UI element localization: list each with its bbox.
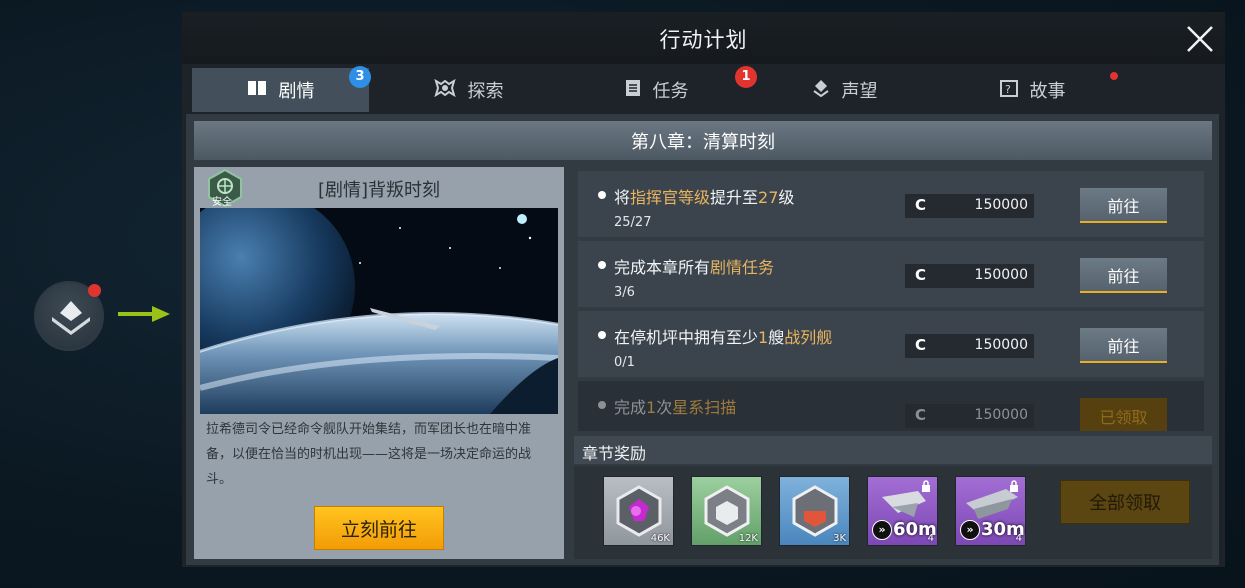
task-description: 完成本章所有剧情任务: [614, 258, 775, 277]
title-bar: 行动计划: [182, 12, 1225, 64]
close-icon[interactable]: [1185, 24, 1215, 54]
fast-forward-icon: »: [872, 520, 892, 540]
reward-qty: 4: [927, 533, 934, 544]
claim-all-button[interactable]: 全部领取: [1060, 480, 1190, 524]
story-title: [剧情]背叛时刻: [317, 180, 441, 201]
bullet: [598, 401, 606, 409]
tab-explore[interactable]: 探索: [380, 68, 557, 112]
bullet: [598, 261, 606, 269]
lock-icon: [922, 480, 930, 492]
tab-label: 剧情: [278, 81, 315, 102]
reputation-icon: [812, 79, 830, 102]
story-header: 安全 [剧情]背叛时刻: [194, 167, 564, 208]
reward-qty: 3K: [833, 533, 846, 544]
arrow-right-icon: [118, 306, 170, 322]
credit-reward: C 150000: [905, 264, 1034, 288]
tab-missions[interactable]: 任务: [568, 68, 745, 112]
reward-crystal[interactable]: 46K: [603, 476, 674, 546]
window-title: 行动计划: [659, 28, 748, 52]
credit-amount: 150000: [974, 267, 1028, 283]
task-row-completed: 完成1次星系扫描 C 150000 已领取: [578, 381, 1204, 431]
go-now-button[interactable]: 立刻前往: [314, 506, 444, 550]
task-description: 将指挥官等级提升至27级: [614, 188, 795, 207]
reward-metal[interactable]: 12K: [691, 476, 762, 546]
explore-icon: [433, 78, 456, 102]
tab-reputation[interactable]: 声望: [756, 68, 933, 112]
action-plan-window: 行动计划 剧情 3 探索 任务 1 声望 ? 故事 第八章：清算时刻 安全 [剧…: [182, 12, 1225, 567]
tab-label: 故事: [1029, 81, 1066, 102]
notification-dot: [1110, 72, 1118, 80]
story-image: [200, 208, 558, 414]
tab-label: 声望: [841, 81, 878, 102]
goto-button[interactable]: 前往: [1080, 328, 1167, 363]
fast-forward-icon: »: [960, 520, 980, 540]
credit-icon: C: [915, 196, 927, 214]
credit-reward: C 150000: [905, 194, 1034, 218]
tab-story[interactable]: 剧情: [192, 68, 369, 112]
credit-amount: 150000: [974, 197, 1028, 213]
rewards-title: 章节奖励: [582, 444, 647, 463]
credit-amount: 150000: [974, 407, 1028, 423]
task-description: 在停机坪中拥有至少1艘战列舰: [614, 328, 833, 347]
task-row: 将指挥官等级提升至27级 25/27 C 150000 前往: [578, 171, 1204, 237]
credit-icon: C: [915, 266, 927, 284]
reward-qty: 4: [1015, 533, 1022, 544]
reward-qty: 46K: [650, 533, 670, 544]
credit-reward: C 150000: [905, 334, 1034, 358]
task-progress: 25/27: [614, 215, 652, 230]
claimed-label: 已领取: [1080, 398, 1167, 431]
lock-icon: [1010, 480, 1018, 492]
rewards-header: 章节奖励: [574, 436, 1212, 464]
story-description: 拉希德司令已经命令舰队开始集结，而军团长也在暗中准备，以便在恰当的时机出现——这…: [206, 422, 532, 487]
notification-dot: [88, 284, 101, 297]
clipboard-icon: [625, 79, 641, 102]
tab-badge: 3: [349, 66, 371, 88]
tab-tales[interactable]: ? 故事: [944, 68, 1121, 112]
task-progress: 3/6: [614, 285, 635, 300]
reward-qty: 12K: [738, 533, 758, 544]
credit-icon: C: [915, 336, 927, 354]
task-progress: 0/1: [614, 355, 635, 370]
tab-label: 任务: [652, 81, 689, 102]
book-icon: [247, 80, 267, 101]
rewards-panel: 46K 12K 3K » 60m 4 » 30m 4 全部领取: [574, 466, 1212, 559]
bullet: [598, 191, 606, 199]
reward-speedup[interactable]: » 30m 4: [955, 476, 1026, 546]
story-card: 安全 [剧情]背叛时刻 拉希德司令已经命令舰队开始集结，而军团长也在暗中准备，以…: [194, 167, 564, 559]
chevron-diamond-icon: [52, 301, 90, 335]
goto-button[interactable]: 前往: [1080, 188, 1167, 223]
task-row: 在停机坪中拥有至少1艘战列舰 0/1 C 150000 前往: [578, 311, 1204, 377]
task-list[interactable]: 将指挥官等级提升至27级 25/27 C 150000 前往 完成本章所有剧情任…: [578, 171, 1210, 431]
task-row: 完成本章所有剧情任务 3/6 C 150000 前往: [578, 241, 1204, 307]
story-icon: ?: [999, 79, 1018, 102]
task-description: 完成1次星系扫描: [614, 398, 737, 417]
chapter-title: 第八章：清算时刻: [194, 121, 1212, 160]
credit-reward: C 150000: [905, 404, 1034, 428]
credit-amount: 150000: [974, 337, 1028, 353]
reward-speedup[interactable]: » 60m 4: [867, 476, 938, 546]
content-panel: 第八章：清算时刻 安全 [剧情]背叛时刻 拉希德司令已经命令舰队开始集结，而军团…: [186, 114, 1219, 565]
bullet: [598, 331, 606, 339]
tab-bar: 剧情 3 探索 任务 1 声望 ? 故事: [192, 66, 1222, 112]
goto-button[interactable]: 前往: [1080, 258, 1167, 293]
reward-deuterium[interactable]: 3K: [779, 476, 850, 546]
tab-badge: 1: [735, 66, 757, 88]
credit-icon: C: [915, 406, 927, 424]
svg-text:?: ?: [1005, 83, 1011, 96]
tab-label: 探索: [467, 81, 504, 102]
